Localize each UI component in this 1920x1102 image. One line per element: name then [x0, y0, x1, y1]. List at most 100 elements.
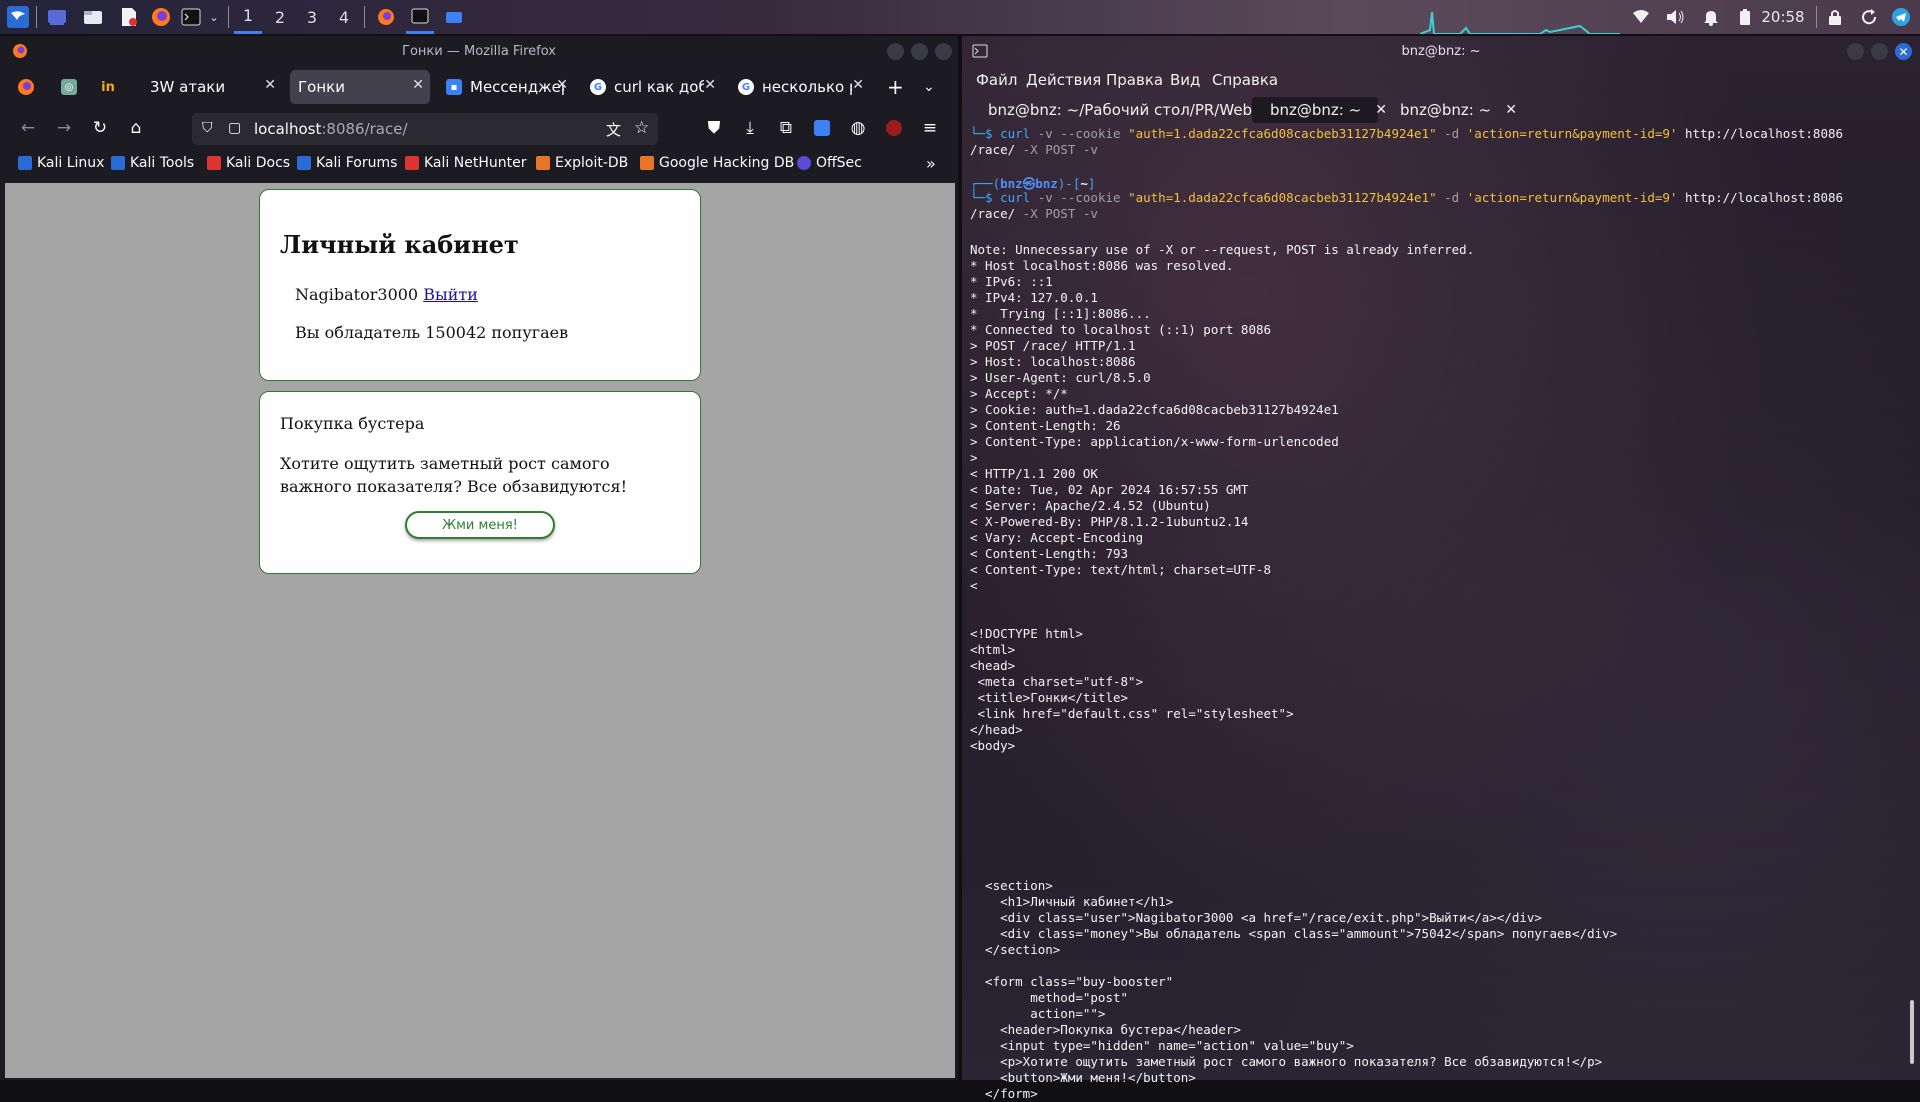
- bookmark-label: OffSec: [816, 155, 862, 171]
- reload-button[interactable]: ↻: [88, 116, 112, 140]
- tab-several-search[interactable]: G несколько ра ✕: [730, 70, 870, 104]
- terminal-line: < Date: Tue, 02 Apr 2024 16:57:55 GMT: [970, 482, 1249, 497]
- new-tab-button[interactable]: +: [882, 70, 908, 104]
- terminal-line: </section>: [970, 942, 1061, 957]
- show-desktop-icon[interactable]: [44, 0, 70, 34]
- translate-extension-icon[interactable]: [810, 116, 834, 140]
- terminal-tab-1[interactable]: bnz@bnz: ~/Рабочий стол/PR/Web✕: [970, 97, 1278, 123]
- notifications-icon[interactable]: [1698, 0, 1724, 34]
- close-icon[interactable]: ✕: [704, 77, 716, 93]
- bookmark-offsec[interactable]: OffSec: [797, 153, 862, 173]
- terminal-tab-3[interactable]: bnz@bnz: ~ ✕: [1382, 97, 1517, 123]
- terminal-line: * IPv4: 127.0.0.1: [970, 290, 1098, 305]
- close-icon[interactable]: ✕: [412, 77, 424, 93]
- workspace-4[interactable]: 4: [330, 0, 358, 34]
- file-manager-icon[interactable]: [80, 0, 106, 34]
- more-bookmarks-icon[interactable]: »: [926, 153, 936, 173]
- firefox-view-button[interactable]: [12, 70, 40, 104]
- close-icon[interactable]: ✕: [1505, 102, 1517, 118]
- taskbar-file-manager[interactable]: [440, 0, 468, 34]
- tab-3w-attacks[interactable]: 3W атаки ✕: [140, 70, 282, 104]
- tab-curl-search[interactable]: G curl как доба ✕: [582, 70, 722, 104]
- translate-icon[interactable]: 文: [606, 119, 621, 140]
- terminal-app-icon: [972, 44, 988, 58]
- bookmark-kali-forums[interactable]: Kali Forums: [297, 153, 397, 173]
- close-icon[interactable]: ✕: [264, 77, 276, 93]
- wifi-icon[interactable]: [1628, 0, 1654, 34]
- back-button[interactable]: ←: [16, 116, 40, 140]
- terminal-line: <html>: [970, 642, 1016, 657]
- downloads-icon[interactable]: ⤓: [738, 116, 762, 140]
- terminal-scrollbar[interactable]: [1910, 1000, 1914, 1064]
- terminal-tab-label: bnz@bnz: ~: [1270, 101, 1362, 119]
- minimize-button[interactable]: [887, 43, 904, 60]
- telegram-icon[interactable]: [1888, 0, 1914, 34]
- pinned-tab-chatgpt[interactable]: ◎: [56, 70, 84, 104]
- bookmark-kali-nethunter[interactable]: Kali NetHunter: [405, 153, 526, 173]
- terminal-line: <input type="hidden" name="action" value…: [970, 1038, 1354, 1053]
- terminal-launcher-icon[interactable]: [178, 0, 204, 34]
- page-info-icon[interactable]: ▢: [228, 120, 241, 136]
- tab-label: 3W атаки: [150, 78, 226, 96]
- terminal-line: <title>Гонки</title>: [970, 690, 1129, 705]
- exploit-db-icon: [536, 156, 550, 170]
- bookmark-kali-tools[interactable]: Kali Tools: [111, 153, 194, 173]
- pinned-tab-hh[interactable]: in: [96, 70, 124, 104]
- kali-menu-icon[interactable]: [4, 0, 32, 34]
- home-button[interactable]: ⌂: [124, 116, 148, 140]
- maximize-button[interactable]: [911, 43, 928, 60]
- terminal-close-button[interactable]: ✕: [1895, 43, 1912, 60]
- bookmark-kali-linux[interactable]: Kali Linux: [18, 153, 104, 173]
- buy-button[interactable]: Жми меня!: [405, 511, 555, 539]
- menu-view[interactable]: Вид: [1170, 71, 1200, 89]
- bookmark-star-icon[interactable]: ☆: [634, 118, 649, 138]
- workspace-3[interactable]: 3: [298, 0, 326, 34]
- close-icon[interactable]: ✕: [852, 77, 864, 93]
- terminal-maximize-button[interactable]: [1871, 43, 1888, 60]
- terminal-minimize-button[interactable]: [1847, 43, 1864, 60]
- taskbar-firefox[interactable]: [372, 0, 400, 34]
- terminal-output[interactable]: └─$ curl -v --cookie "auth=1.dada22cfca6…: [970, 126, 1910, 1101]
- logout-link[interactable]: Выйти: [423, 285, 478, 304]
- list-all-tabs-icon[interactable]: ⌄: [918, 70, 944, 104]
- shield-icon[interactable]: ⛉: [202, 120, 213, 136]
- username: Nagibator3000: [295, 285, 419, 304]
- globe-icon[interactable]: ◍: [846, 116, 870, 140]
- firefox-launcher-icon[interactable]: [148, 0, 174, 34]
- tab-messenger[interactable]: ▪ Мессенджер ✕: [438, 70, 574, 104]
- menu-edit[interactable]: Правка: [1106, 71, 1163, 89]
- launcher-dropdown-icon[interactable]: ⌄: [206, 0, 222, 34]
- terminal-tab-2[interactable]: bnz@bnz: ~ ✕: [1252, 97, 1387, 123]
- clock[interactable]: 20:58: [1758, 0, 1808, 34]
- workspace-2[interactable]: 2: [266, 0, 294, 34]
- close-icon[interactable]: ✕: [556, 77, 568, 93]
- workspace-1[interactable]: 1: [234, 0, 262, 34]
- extensions-icon[interactable]: ⧉: [774, 116, 798, 140]
- url-bar[interactable]: ⛉ ▢ localhost:8086/race/ 文 ☆: [192, 113, 658, 145]
- terminal-line: < X-Powered-By: PHP/8.1.2-1ubuntu2.14: [970, 514, 1249, 529]
- menu-help[interactable]: Справка: [1212, 71, 1278, 89]
- taskbar-terminal[interactable]: [406, 0, 434, 34]
- tab-race[interactable]: Гонки ✕: [290, 70, 430, 104]
- bookmark-google-hacking-db[interactable]: Google Hacking DB: [640, 153, 794, 173]
- ublock-icon[interactable]: [882, 116, 906, 140]
- menu-file[interactable]: Файл: [976, 71, 1017, 89]
- menu-hamburger-icon[interactable]: ≡: [918, 116, 942, 140]
- refresh-icon[interactable]: [1856, 0, 1882, 34]
- forward-button[interactable]: →: [52, 116, 76, 140]
- close-window-button[interactable]: [935, 43, 952, 60]
- lock-screen-icon[interactable]: [1822, 0, 1848, 34]
- bookmark-label: Google Hacking DB: [659, 155, 795, 171]
- volume-icon[interactable]: [1662, 0, 1688, 34]
- bookmark-exploit-db[interactable]: Exploit-DB: [536, 153, 628, 173]
- pocket-icon[interactable]: ⛊: [702, 116, 726, 140]
- terminal-line: <div class="user">Nagibator3000 <a href=…: [970, 910, 1542, 925]
- text-editor-icon[interactable]: [116, 0, 142, 34]
- terminal-line: * Host localhost:8086 was resolved.: [970, 258, 1234, 273]
- user-line: Nagibator3000 Выйти: [295, 285, 478, 304]
- battery-icon[interactable]: [1732, 0, 1758, 34]
- menu-actions[interactable]: Действия: [1026, 71, 1101, 89]
- bookmark-kali-docs[interactable]: Kali Docs: [207, 153, 290, 173]
- tab-label: несколько ра: [762, 78, 852, 96]
- terminal-tab-label: bnz@bnz: ~/Рабочий стол/PR/Web: [988, 101, 1253, 119]
